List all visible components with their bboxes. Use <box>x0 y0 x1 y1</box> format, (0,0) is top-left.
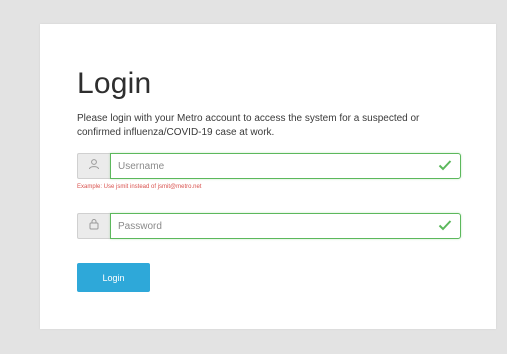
password-input[interactable]: Password <box>110 213 461 239</box>
password-addon <box>77 213 110 239</box>
username-field: Username <box>77 153 461 179</box>
login-description: Please login with your Metro account to … <box>77 113 420 138</box>
username-addon <box>77 153 110 179</box>
password-field: Password <box>77 213 461 239</box>
password-placeholder: Password <box>118 220 162 232</box>
username-valid-check-icon <box>438 159 452 174</box>
user-icon <box>88 157 100 175</box>
username-placeholder: Username <box>118 160 165 172</box>
login-card: Login Please login with your Metro accou… <box>40 24 496 329</box>
username-input[interactable]: Username <box>110 153 461 179</box>
password-valid-check-icon <box>438 219 452 234</box>
page-title: Login <box>77 67 152 100</box>
lock-icon <box>88 217 100 235</box>
username-hint: Example: Use jsmit instead of jsmit@metr… <box>77 184 202 190</box>
login-button[interactable]: Login <box>77 263 150 292</box>
